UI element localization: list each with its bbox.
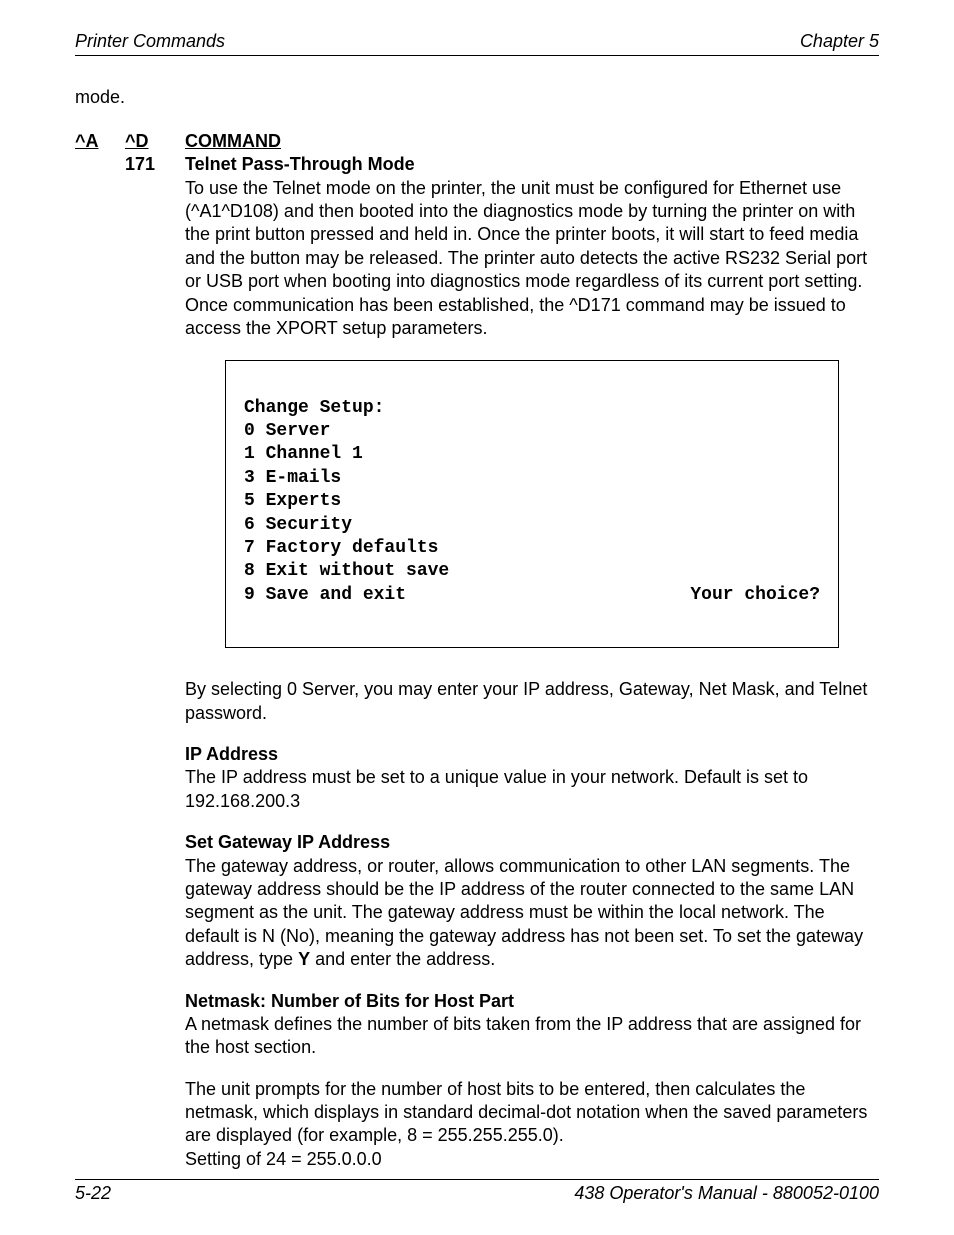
ip-body: The IP address must be set to a unique v… bbox=[185, 766, 879, 813]
ip-heading: IP Address bbox=[185, 743, 879, 766]
col-a-empty bbox=[75, 153, 125, 340]
command-title: Telnet Pass-Through Mode bbox=[185, 154, 415, 174]
code-line-4: 5 Experts bbox=[244, 491, 341, 511]
code-line-6: 7 Factory defaults bbox=[244, 538, 438, 558]
command-number: 171 bbox=[125, 153, 185, 340]
code-line-8-left: 9 Save and exit bbox=[244, 584, 406, 607]
gateway-body-post: and enter the address. bbox=[310, 949, 495, 969]
command-intro: To use the Telnet mode on the printer, t… bbox=[185, 178, 867, 338]
gateway-section: Set Gateway IP Address The gateway addre… bbox=[185, 831, 879, 971]
code-line-2: 1 Channel 1 bbox=[244, 444, 363, 464]
netmask-body1: A netmask defines the number of bits tak… bbox=[185, 1013, 879, 1060]
page-header: Printer Commands Chapter 5 bbox=[75, 30, 879, 56]
header-left: Printer Commands bbox=[75, 30, 225, 53]
command-header-row: ^A ^D COMMAND 171 Telnet Pass-Through Mo… bbox=[75, 130, 879, 341]
netmask-body2: The unit prompts for the number of host … bbox=[185, 1078, 879, 1148]
footer-left: 5-22 bbox=[75, 1182, 111, 1205]
gateway-body: The gateway address, or router, allows c… bbox=[185, 855, 879, 972]
footer-right: 438 Operator's Manual - 880052-0100 bbox=[574, 1182, 879, 1205]
ip-section: IP Address The IP address must be set to… bbox=[185, 743, 879, 813]
code-line-1: 0 Server bbox=[244, 421, 330, 441]
terminal-box: Change Setup: 0 Server 1 Channel 1 3 E-m… bbox=[225, 360, 839, 648]
page-footer: 5-22 438 Operator's Manual - 880052-0100 bbox=[75, 1179, 879, 1205]
gateway-body-pre: The gateway address, or router, allows c… bbox=[185, 856, 863, 970]
header-right: Chapter 5 bbox=[800, 30, 879, 53]
code-line-8: 9 Save and exit Your choice? bbox=[244, 584, 820, 607]
indented-content: Change Setup: 0 Server 1 Channel 1 3 E-m… bbox=[185, 360, 879, 1171]
code-line-3: 3 E-mails bbox=[244, 468, 341, 488]
netmask-section: Netmask: Number of Bits for Host Part A … bbox=[185, 990, 879, 1060]
netmask-heading: Netmask: Number of Bits for Host Part bbox=[185, 990, 879, 1013]
command-body: Telnet Pass-Through Mode To use the Teln… bbox=[185, 153, 879, 340]
col-d-header: ^D bbox=[125, 130, 185, 153]
col-a-header: ^A bbox=[75, 130, 125, 153]
server-note: By selecting 0 Server, you may enter you… bbox=[185, 678, 879, 725]
gateway-bold-y: Y bbox=[298, 949, 310, 969]
code-line-5: 6 Security bbox=[244, 515, 352, 535]
code-line-7: 8 Exit without save bbox=[244, 561, 449, 581]
col-command-header: COMMAND bbox=[185, 130, 879, 153]
netmask-section-2: The unit prompts for the number of host … bbox=[185, 1078, 879, 1172]
code-line-8-right: Your choice? bbox=[690, 584, 820, 607]
gateway-heading: Set Gateway IP Address bbox=[185, 831, 879, 854]
netmask-body3: Setting of 24 = 255.0.0.0 bbox=[185, 1148, 879, 1171]
code-line-0: Change Setup: bbox=[244, 398, 384, 418]
continuation-text: mode. bbox=[75, 86, 879, 109]
